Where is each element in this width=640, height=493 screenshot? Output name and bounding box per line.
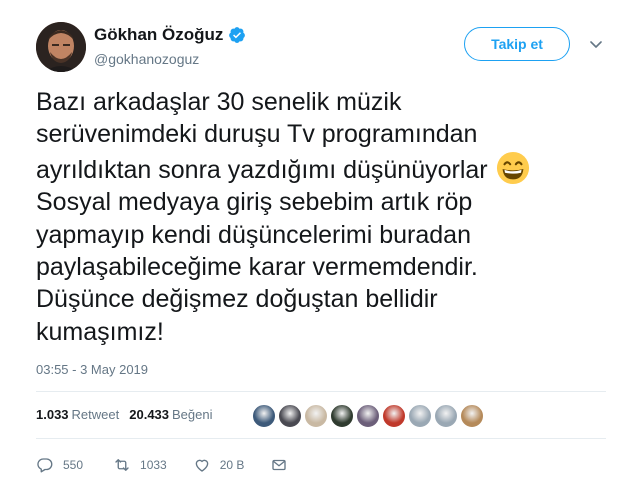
- reply-count: 550: [63, 458, 84, 472]
- retweet-icon: [115, 459, 129, 471]
- tweet-line: paylaşabileceğime karar vermemdendir.: [36, 253, 478, 282]
- tweet-text: Bazı arkadaşlar 30 senelik müzik serüven…: [36, 86, 611, 348]
- liker-avatar[interactable]: [460, 404, 484, 428]
- retweets-label[interactable]: Retweet: [72, 407, 120, 422]
- verified-badge-icon: [229, 27, 246, 43]
- tweet-line: Bazı arkadaşlar 30 senelik müzik: [36, 88, 402, 116]
- liker-avatar[interactable]: [304, 404, 328, 428]
- likes-count[interactable]: 20.433: [129, 407, 169, 422]
- tweet-line-text: ayrıldıktan sonra yazdığımı düşünüyorlar: [36, 155, 488, 184]
- grinning-face-emoji-icon: [496, 151, 529, 184]
- liker-avatar[interactable]: [278, 404, 302, 428]
- tweet-line: Sosyal medyaya giriş sebebim artık röp: [36, 188, 473, 217]
- liker-avatar[interactable]: [330, 404, 354, 428]
- retweets-count[interactable]: 1.033: [36, 407, 69, 422]
- author-handle[interactable]: @gokhanozoguz: [94, 51, 199, 67]
- tweet-line: ayrıldıktan sonra yazdığımı düşünüyorlar: [36, 151, 611, 186]
- tweet-timestamp[interactable]: 03:55 - 3 May 2019: [36, 362, 148, 377]
- tweet-line: serüvenimdeki duruşu Tv programından: [36, 120, 478, 149]
- retweet-button[interactable]: 1033: [113, 456, 167, 474]
- divider: [36, 391, 606, 392]
- follow-button[interactable]: Takip et: [464, 27, 570, 61]
- direct-message-button[interactable]: [270, 456, 288, 474]
- like-button[interactable]: 20 B: [193, 456, 245, 474]
- divider: [36, 438, 606, 439]
- author-name[interactable]: Gökhan Özoğuz: [94, 25, 223, 45]
- envelope-icon: [272, 459, 287, 471]
- like-count: 20 B: [219, 458, 245, 472]
- reply-icon: [37, 458, 53, 473]
- tweet-line: Düşünce değişmez doğuştan bellidir: [36, 285, 438, 314]
- liker-avatar[interactable]: [408, 404, 432, 428]
- engagement-stats: 1.033 Retweet 20.433 Beğeni: [36, 407, 213, 422]
- tweet-line: yapmayıp kendi düşüncelerimi buradan: [36, 220, 471, 249]
- liker-avatar[interactable]: [252, 404, 276, 428]
- author-avatar[interactable]: [36, 22, 86, 72]
- heart-icon: [195, 459, 209, 472]
- chevron-down-icon[interactable]: [590, 40, 602, 50]
- retweet-count: 1033: [140, 458, 167, 472]
- liker-avatar[interactable]: [434, 404, 458, 428]
- liker-avatars: [252, 404, 484, 428]
- likes-label[interactable]: Beğeni: [172, 407, 212, 422]
- liker-avatar[interactable]: [382, 404, 406, 428]
- reply-button[interactable]: 550: [36, 456, 83, 474]
- tweet-line: kumaşımız!: [36, 317, 164, 346]
- avatar-portrait: [36, 22, 86, 72]
- action-bar: 550 1033 20 B: [36, 456, 288, 474]
- author-name-row[interactable]: Gökhan Özoğuz: [94, 25, 246, 45]
- liker-avatar[interactable]: [356, 404, 380, 428]
